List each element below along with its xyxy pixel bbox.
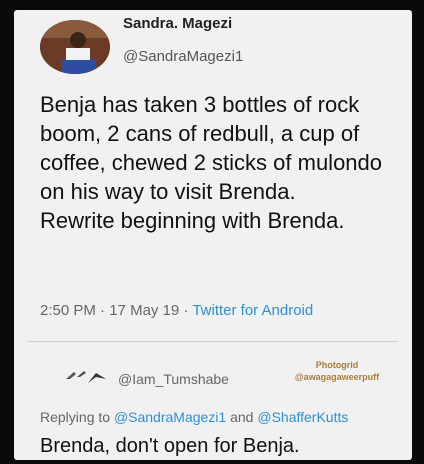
author-handle[interactable]: @SandraMagezi1 [123, 48, 243, 65]
replying-and: and [226, 409, 258, 425]
meta-separator: · [179, 302, 193, 319]
replying-prefix: Replying to [40, 409, 114, 425]
watermark-line: Photogrid [315, 360, 359, 370]
tweet-meta: 2:50 PM · 17 May 19 · Twitter for Androi… [40, 302, 313, 319]
tweet-line: Rewrite beginning with Brenda. [40, 208, 345, 233]
tweet-time[interactable]: 2:50 PM [40, 302, 96, 319]
author-name[interactable]: Sandra. Magezi [123, 15, 232, 32]
reply-avatar-icon[interactable] [62, 367, 110, 387]
mention-link[interactable]: @ShafferKutts [257, 409, 348, 425]
tweet-date[interactable]: 17 May 19 [109, 302, 179, 319]
author-avatar[interactable] [40, 20, 110, 74]
tweet-card: Sandra. Magezi @SandraMagezi1 Benja has … [14, 10, 412, 460]
divider [28, 341, 398, 342]
meta-separator: · [95, 302, 110, 319]
replying-to: Replying to @SandraMagezi1 and @ShafferK… [40, 409, 348, 425]
tweet-line: Benja has taken 3 bottles of rock boom, … [40, 92, 383, 204]
avatar-photo [40, 20, 110, 74]
photogrid-watermark: Photogrid @awagagaweerpuff [282, 359, 392, 383]
reply-text: Brenda, don't open for Benja. [40, 435, 300, 457]
mention-link[interactable]: @SandraMagezi1 [114, 409, 226, 425]
tweet-text: Benja has taken 3 bottles of rock boom, … [40, 90, 410, 235]
tweet-source[interactable]: Twitter for Android [192, 302, 313, 319]
reply-handle[interactable]: @Iam_Tumshabe [118, 371, 229, 387]
watermark-line: @awagagaweerpuff [294, 372, 380, 382]
